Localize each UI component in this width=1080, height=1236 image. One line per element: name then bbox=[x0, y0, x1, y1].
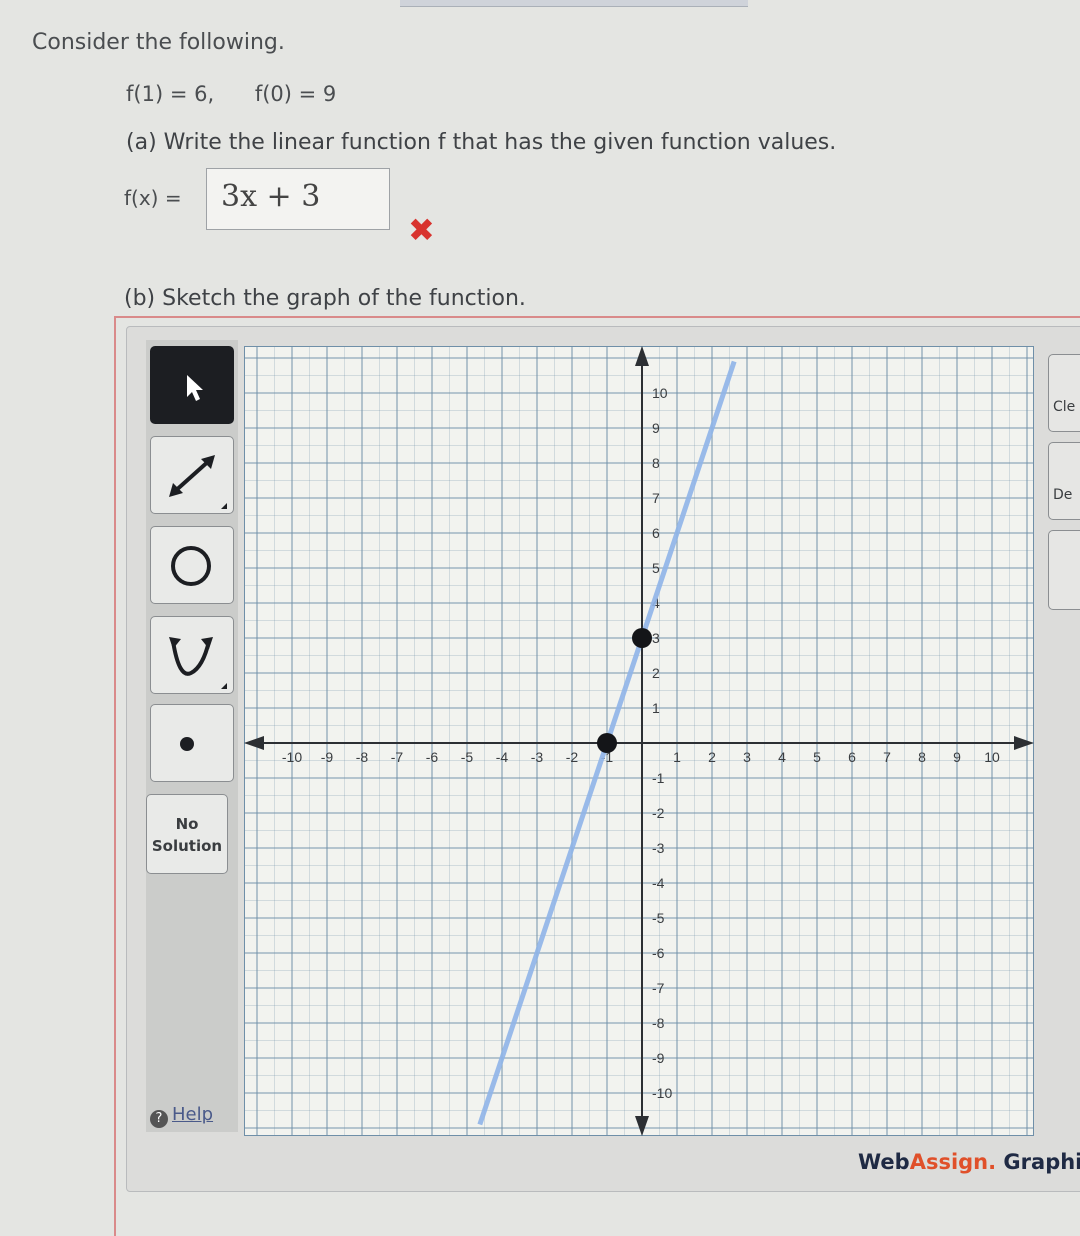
fill-button[interactable] bbox=[1048, 530, 1080, 610]
x-tick-label: -4 bbox=[496, 749, 509, 765]
help-label: Help bbox=[172, 1104, 214, 1125]
question-intro: Consider the following. bbox=[32, 30, 285, 55]
delete-label: De bbox=[1053, 487, 1073, 503]
y-tick-label: -10 bbox=[652, 1085, 672, 1101]
x-tick-label: -8 bbox=[356, 749, 369, 765]
x-tick-label: 8 bbox=[918, 749, 926, 765]
y-tick-label: 1 bbox=[652, 700, 660, 716]
y-tick-label: -7 bbox=[652, 980, 665, 996]
clear-button[interactable]: Cle bbox=[1048, 354, 1080, 432]
x-tick-label: 3 bbox=[743, 749, 751, 765]
x-tick-label: 6 bbox=[848, 749, 856, 765]
line-tool-button[interactable] bbox=[150, 436, 234, 514]
help-icon: ? bbox=[150, 1110, 168, 1128]
answer-input[interactable]: 3x + 3 bbox=[206, 168, 390, 230]
x-tick-label: -3 bbox=[531, 749, 544, 765]
top-tab-strip bbox=[400, 0, 748, 7]
no-solution-line-2: Solution bbox=[151, 837, 223, 855]
x-tick-label: -10 bbox=[282, 749, 302, 765]
clear-label: Cle bbox=[1053, 399, 1076, 415]
line-segment-icon bbox=[169, 455, 227, 509]
x-tick-label: -7 bbox=[391, 749, 404, 765]
given-values: f(1) = 6, f(0) = 9 bbox=[126, 82, 336, 106]
pointer-tool-button[interactable] bbox=[150, 346, 234, 424]
y-tick-label: -4 bbox=[652, 875, 665, 891]
y-tick-label: 8 bbox=[652, 455, 660, 471]
x-tick-label: 9 bbox=[953, 749, 961, 765]
y-tick-label: -6 bbox=[652, 945, 665, 961]
y-tick-label: -3 bbox=[652, 840, 665, 856]
y-tick-label: 6 bbox=[652, 525, 660, 541]
parabola-icon bbox=[169, 637, 227, 689]
given-value-1: f(1) = 6, bbox=[126, 82, 215, 106]
circle-tool-button[interactable] bbox=[150, 526, 234, 604]
given-value-2: f(0) = 9 bbox=[254, 82, 337, 106]
y-tick-label: 2 bbox=[652, 665, 660, 681]
brand-assign: Assign. bbox=[909, 1150, 997, 1174]
y-tick-label: -9 bbox=[652, 1050, 665, 1066]
y-tick-label: 10 bbox=[652, 385, 668, 401]
graph-canvas[interactable]: -10-9-8-7-6-5-4-3-2-11234567891010987654… bbox=[244, 346, 1034, 1136]
x-tick-label: -2 bbox=[566, 749, 579, 765]
help-link[interactable]: ? Help bbox=[150, 1104, 213, 1128]
x-tick-label: 2 bbox=[708, 749, 716, 765]
x-tick-label: -6 bbox=[426, 749, 439, 765]
coordinate-grid[interactable]: -10-9-8-7-6-5-4-3-2-11234567891010987654… bbox=[244, 346, 1034, 1136]
y-tick-label: 3 bbox=[652, 630, 660, 646]
x-tick-label: 4 bbox=[778, 749, 786, 765]
x-tick-label: -5 bbox=[461, 749, 474, 765]
x-tick-label: 10 bbox=[984, 749, 1000, 765]
incorrect-x-icon: ✖ bbox=[408, 211, 435, 249]
graph-point[interactable] bbox=[632, 628, 652, 648]
y-tick-label: 7 bbox=[652, 490, 660, 506]
y-tick-label: 5 bbox=[652, 560, 660, 576]
y-tick-label: -1 bbox=[652, 770, 665, 786]
y-tick-label: -2 bbox=[652, 805, 665, 821]
delete-button[interactable]: De bbox=[1048, 442, 1080, 520]
point-tool-button[interactable] bbox=[150, 704, 234, 782]
no-solution-button[interactable]: No Solution bbox=[146, 794, 228, 874]
point-icon bbox=[180, 737, 194, 751]
part-a-prompt: (a) Write the linear function f that has… bbox=[126, 130, 837, 155]
fx-label: f(x) = bbox=[124, 186, 182, 210]
part-b-prompt: (b) Sketch the graph of the function. bbox=[124, 286, 526, 311]
answer-value: 3x + 3 bbox=[221, 179, 321, 214]
x-tick-label: -9 bbox=[321, 749, 334, 765]
x-tick-label: 5 bbox=[813, 749, 821, 765]
y-tick-label: 9 bbox=[652, 420, 660, 436]
brand-graphing: Graphing bbox=[1003, 1150, 1080, 1174]
graph-point[interactable] bbox=[597, 733, 617, 753]
x-tick-label: 1 bbox=[673, 749, 681, 765]
parabola-tool-button[interactable] bbox=[150, 616, 234, 694]
arrow-cursor-icon bbox=[187, 375, 203, 401]
brand-web: Web bbox=[858, 1150, 910, 1174]
circle-icon bbox=[171, 546, 211, 586]
no-solution-line-1: No bbox=[175, 815, 199, 833]
webassign-brand: WebAssign. Graphing bbox=[858, 1150, 1080, 1174]
y-tick-label: -5 bbox=[652, 910, 665, 926]
y-tick-label: -8 bbox=[652, 1015, 665, 1031]
x-tick-label: 7 bbox=[883, 749, 891, 765]
